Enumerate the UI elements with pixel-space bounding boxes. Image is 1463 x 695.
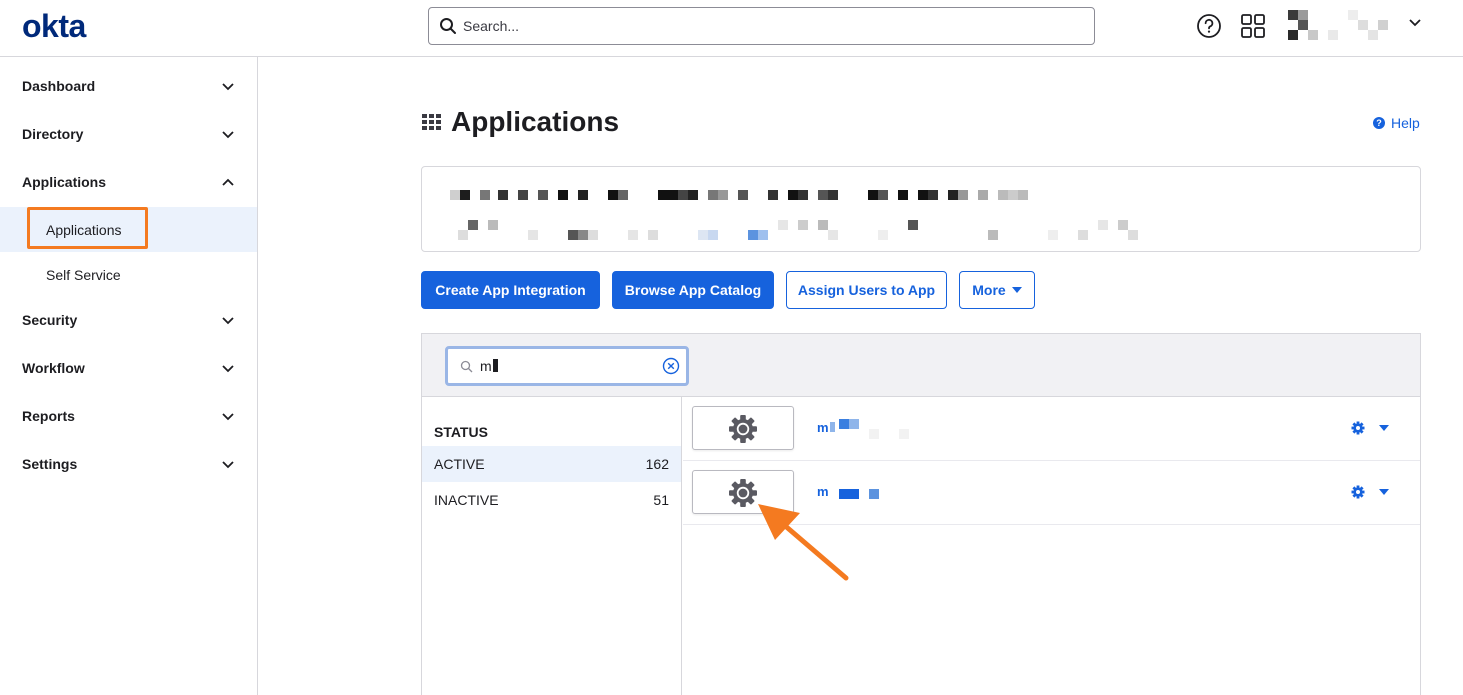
sidebar-item-dashboard[interactable]: Dashboard — [0, 63, 257, 111]
status-name: INACTIVE — [434, 492, 499, 508]
chevron-down-icon[interactable] — [1408, 18, 1422, 28]
status-name: ACTIVE — [434, 456, 485, 472]
global-search-input[interactable]: Search... — [428, 7, 1095, 45]
gear-icon — [729, 479, 757, 507]
app-name-link[interactable]: m — [817, 484, 829, 499]
more-label: More — [972, 282, 1006, 298]
caret-down-icon[interactable] — [1379, 489, 1389, 495]
settings-gear-icon[interactable] — [1351, 421, 1365, 435]
applications-list-panel: m STATUS ACTIVE 162 INACTIVE 51 m m — [421, 333, 1421, 695]
create-app-integration-button[interactable]: Create App Integration — [421, 271, 600, 309]
status-header: STATUS — [434, 424, 488, 440]
help-icon: ? — [1373, 117, 1385, 129]
sidebar-item-settings[interactable]: Settings — [0, 441, 257, 489]
page-title: Applications — [451, 106, 620, 137]
more-dropdown-button[interactable]: More — [959, 271, 1035, 309]
app-actions — [1351, 421, 1389, 435]
redacted-block — [839, 489, 849, 499]
app-logo-tile[interactable] — [692, 470, 794, 514]
chevron-down-icon — [222, 461, 234, 469]
sidebar-item-label: Applications — [22, 174, 107, 190]
help-link[interactable]: ? Help — [1373, 115, 1420, 131]
search-icon — [440, 18, 456, 34]
app-actions — [1351, 485, 1389, 499]
status-count: 51 — [653, 492, 669, 508]
sidebar-item-reports[interactable]: Reports — [0, 393, 257, 441]
redacted-block — [839, 419, 849, 429]
app-grid-icon — [422, 114, 441, 130]
okta-logo[interactable]: okta — [22, 8, 86, 45]
top-bar: okta Search... — [0, 0, 1463, 57]
sidebar-item-security[interactable]: Security — [0, 297, 257, 345]
sidebar-item-label: Directory — [22, 126, 84, 142]
filter-bar: m — [422, 334, 1420, 397]
chevron-down-icon — [222, 317, 234, 325]
help-label: Help — [1391, 115, 1420, 131]
search-icon — [460, 360, 473, 373]
redacted-block — [849, 419, 859, 429]
chevron-down-icon — [222, 413, 234, 421]
sidebar: Dashboard Directory Applications Applica… — [0, 57, 258, 695]
caret-down-icon — [1011, 287, 1022, 293]
help-circle-icon[interactable] — [1196, 13, 1222, 39]
status-row-active[interactable]: ACTIVE 162 — [422, 446, 681, 482]
gear-icon — [729, 415, 757, 443]
chevron-down-icon — [222, 83, 234, 91]
sidebar-item-workflow[interactable]: Workflow — [0, 345, 257, 393]
chevron-up-icon — [222, 178, 234, 186]
redacted-block — [849, 489, 859, 499]
redacted-block — [869, 429, 879, 439]
sidebar-item-directory[interactable]: Directory — [0, 111, 257, 159]
assign-users-to-app-button[interactable]: Assign Users to App — [786, 271, 947, 309]
app-name-link[interactable]: m — [817, 420, 835, 435]
filter-value: m — [480, 358, 498, 374]
redacted-block — [869, 489, 879, 499]
sidebar-item-label: Reports — [22, 408, 75, 424]
chevron-down-icon — [222, 365, 234, 373]
status-row-inactive[interactable]: INACTIVE 51 — [422, 482, 681, 518]
app-row: m — [683, 461, 1420, 525]
app-row: m — [683, 397, 1420, 461]
sidebar-item-applications[interactable]: Applications — [0, 159, 257, 207]
search-placeholder: Search... — [463, 18, 520, 34]
browse-app-catalog-button[interactable]: Browse App Catalog — [612, 271, 774, 309]
sidebar-item-label: Security — [22, 312, 78, 328]
annotation-highlight-box — [27, 207, 148, 249]
sidebar-subitem-self-service[interactable]: Self Service — [0, 252, 257, 297]
app-grid-icon[interactable] — [1240, 13, 1266, 39]
caret-down-icon[interactable] — [1379, 425, 1389, 431]
redacted-block — [899, 429, 909, 439]
info-notice-redacted — [421, 166, 1421, 252]
user-account-redacted[interactable] — [1288, 8, 1388, 40]
sidebar-item-label: Dashboard — [22, 78, 96, 94]
chevron-down-icon — [222, 131, 234, 139]
status-count: 162 — [645, 456, 669, 472]
sidebar-subitem-label: Self Service — [46, 267, 121, 283]
app-logo-tile[interactable] — [692, 406, 794, 450]
app-filter-input[interactable]: m — [445, 346, 689, 386]
sidebar-item-label: Workflow — [22, 360, 85, 376]
clear-icon[interactable] — [662, 357, 680, 375]
settings-gear-icon[interactable] — [1351, 485, 1365, 499]
sidebar-item-label: Settings — [22, 456, 78, 472]
status-filter-column: STATUS ACTIVE 162 INACTIVE 51 — [422, 397, 682, 695]
